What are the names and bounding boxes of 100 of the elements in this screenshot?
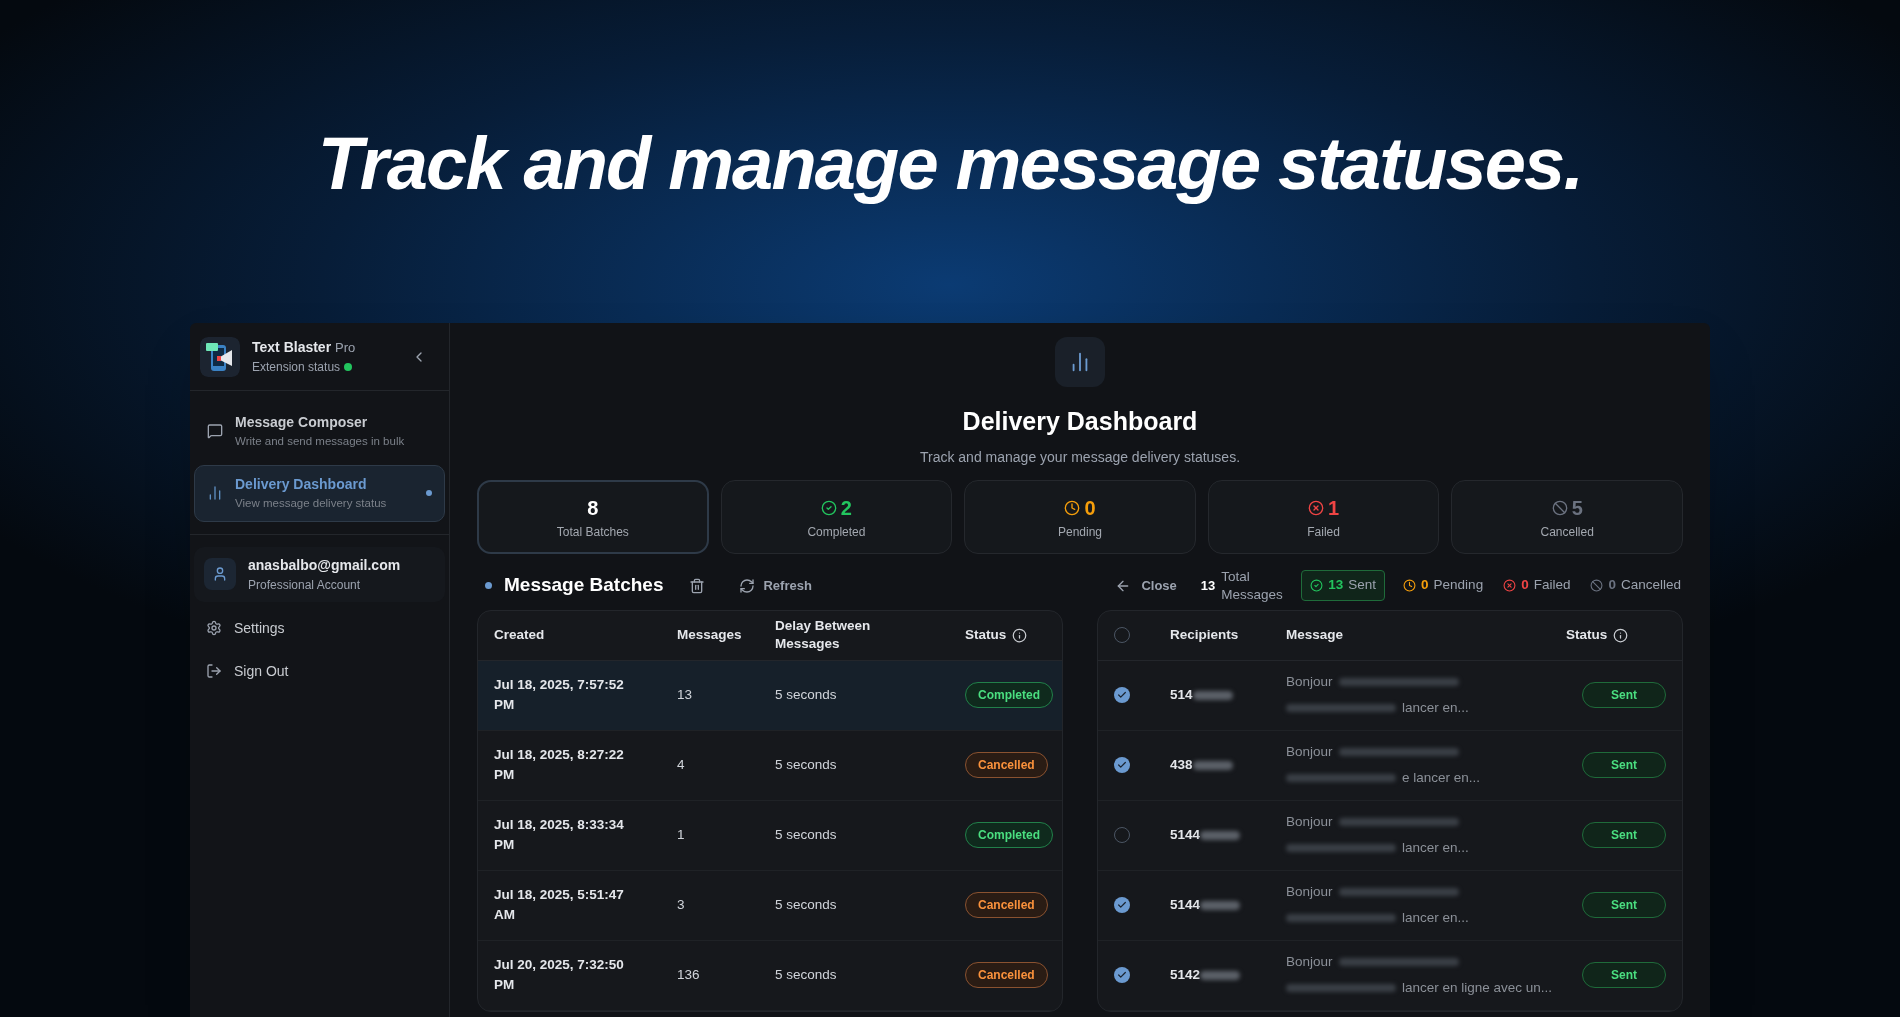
stat-card[interactable]: 2 Completed <box>720 479 953 554</box>
row-checkbox[interactable] <box>1114 687 1130 703</box>
sent-badge: Sent <box>1582 822 1666 848</box>
message-end: lancer en... <box>1402 839 1469 857</box>
total-count: 13 <box>1200 576 1216 595</box>
refresh-button[interactable]: Refresh <box>731 571 820 600</box>
row-checkbox[interactable] <box>1114 897 1130 913</box>
user-icon <box>212 566 228 582</box>
message-end: lancer en ligne avec un... <box>1402 979 1553 997</box>
stat-card[interactable]: 8 Total Batches <box>477 479 709 554</box>
batch-row[interactable]: Jul 18, 2025, 8:33:34 PM 1 5 seconds Completed <box>478 800 1062 871</box>
account-card[interactable]: anasbalbo@gmail.com Professional Account <box>194 546 445 602</box>
cancelled-icon <box>1590 579 1604 592</box>
message-start: Bonjour <box>1286 812 1333 831</box>
delay-cell-text: 5 seconds <box>775 825 838 844</box>
column-header: Status <box>1566 625 1608 644</box>
pending-icon <box>1064 499 1081 516</box>
status-filter[interactable]: 0 Pending <box>1401 575 1486 596</box>
message-end: lancer en... <box>1402 699 1469 717</box>
created-cell-text: Jul 18, 2025, 8:33:34 PM <box>494 815 625 854</box>
stat-card[interactable]: 5 Cancelled <box>1451 479 1683 554</box>
stat-card[interactable]: 0 Pending <box>964 479 1196 554</box>
column-header: Messages <box>677 625 742 644</box>
recipient-cell-text: 5144 <box>1170 895 1201 914</box>
failed-icon <box>1308 499 1325 516</box>
stat-value: 0 <box>1084 495 1096 521</box>
recipient-cell-text: 514 <box>1170 685 1193 704</box>
delay-cell-text: 5 seconds <box>775 755 838 774</box>
check-icon <box>1117 690 1127 700</box>
stat-label: Pending <box>1057 523 1102 541</box>
sidebar-link[interactable]: Settings <box>194 609 445 647</box>
stat-value: 5 <box>1571 495 1583 521</box>
check-icon <box>1117 970 1127 980</box>
redacted-blur <box>1192 760 1233 770</box>
nav-item[interactable]: Message Composer Write and send messages in bulk <box>194 403 445 460</box>
logo-icon <box>200 336 240 377</box>
failed-icon <box>1503 579 1517 592</box>
check-icon <box>1117 760 1127 770</box>
stat-label: Failed <box>1307 523 1340 541</box>
stat-value: 2 <box>840 495 852 521</box>
cancelled-icon <box>1551 499 1568 516</box>
status-filter[interactable]: 13 Sent <box>1301 570 1386 601</box>
settings-icon <box>206 620 222 636</box>
batch-row[interactable]: Jul 18, 2025, 5:51:47 AM 3 5 seconds Cancelled <box>478 870 1062 941</box>
redacted-blur <box>1200 830 1241 840</box>
message-end: lancer en... <box>1402 909 1469 927</box>
column-header: Message <box>1286 625 1344 644</box>
chat-icon <box>207 423 223 440</box>
message-end: e lancer en... <box>1402 769 1481 787</box>
stat-value: 1 <box>1328 495 1340 521</box>
recipient-cell-text: 5142 <box>1170 965 1201 984</box>
row-checkbox[interactable] <box>1114 967 1130 983</box>
page-title: Delivery Dashboard <box>962 406 1198 437</box>
total-label: Total Messages <box>1221 567 1284 604</box>
status-filter[interactable]: 0 Cancelled <box>1588 575 1683 596</box>
sent-badge: Sent <box>1582 892 1666 918</box>
status-filter[interactable]: 0 Failed <box>1501 575 1573 596</box>
row-checkbox[interactable] <box>1114 757 1130 773</box>
sidebar-link[interactable]: Sign Out <box>194 652 445 690</box>
created-cell-text: Jul 18, 2025, 5:51:47 AM <box>494 885 625 924</box>
recipient-cell-text: 438 <box>1170 755 1193 774</box>
check-icon <box>1117 900 1127 910</box>
stat-value: 8 <box>587 495 599 521</box>
app-name: Text Blaster <box>252 338 332 357</box>
close-button[interactable]: Close <box>1107 575 1185 596</box>
message-start: Bonjour <box>1286 882 1333 901</box>
stat-label: Total Batches <box>556 523 629 541</box>
nav-description: Write and send messages in bulk <box>235 434 406 449</box>
column-header: Status <box>965 625 1007 644</box>
stat-label: Cancelled <box>1540 523 1594 541</box>
account-email: anasbalbo@gmail.com <box>248 555 401 575</box>
created-cell-text: Jul 18, 2025, 8:27:22 PM <box>494 745 625 784</box>
completed-icon <box>820 499 837 516</box>
status-badge: Cancelled <box>965 752 1048 778</box>
pending-icon <box>1403 579 1417 592</box>
column-header: Created <box>494 625 545 644</box>
extension-status: Extension status <box>252 359 341 376</box>
nav-item[interactable]: Delivery Dashboard View message delivery status <box>194 465 445 522</box>
stat-label: Completed <box>807 523 866 541</box>
status-badge: Completed <box>965 682 1053 708</box>
sent-badge: Sent <box>1582 682 1666 708</box>
status-badge: Cancelled <box>965 962 1048 988</box>
batch-row[interactable]: Jul 20, 2025, 7:32:50 PM 136 5 seconds Cancelled <box>478 940 1062 1011</box>
info-icon <box>1613 627 1629 643</box>
batch-row[interactable]: Jul 18, 2025, 7:57:52 PM 13 5 seconds Completed <box>478 660 1062 731</box>
delay-cell-text: 5 seconds <box>775 685 838 704</box>
messages-cell-text: 13 <box>677 685 694 704</box>
messages-cell-text: 4 <box>677 755 686 774</box>
headline: Track and manage message statuses. <box>317 121 1583 204</box>
created-cell-text: Jul 18, 2025, 7:57:52 PM <box>494 675 625 714</box>
sign-out-icon <box>206 663 222 679</box>
stat-card[interactable]: 1 Failed <box>1207 479 1440 554</box>
batch-row[interactable]: Jul 18, 2025, 8:27:22 PM 4 5 seconds Cancelled <box>478 730 1062 801</box>
column-header: Delay Between Messages <box>775 616 872 653</box>
sent-badge: Sent <box>1582 752 1666 778</box>
section-title: Message Batches <box>504 573 664 598</box>
chart-icon <box>207 485 223 502</box>
sent-icon <box>1310 579 1324 592</box>
account-type: Professional Account <box>248 576 362 594</box>
sent-badge: Sent <box>1582 962 1666 988</box>
